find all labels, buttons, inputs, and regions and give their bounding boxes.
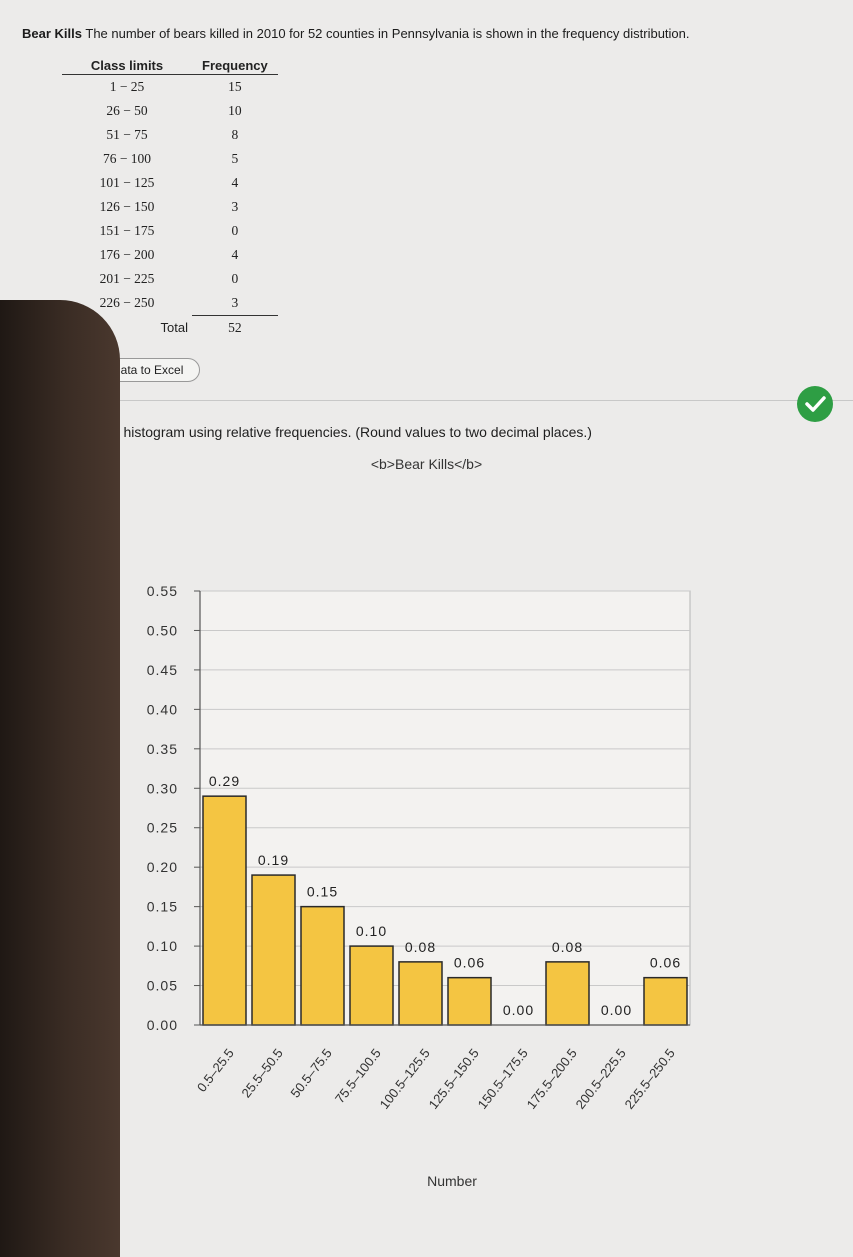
y-tick-label: 0.55	[147, 583, 178, 599]
histogram-bar	[398, 961, 443, 1026]
x-tick-label: 225.5–250.5	[622, 1046, 678, 1112]
y-tick-label: 0.00	[147, 1017, 178, 1033]
x-tick-label: 0.5–25.5	[194, 1046, 237, 1095]
histogram-bar	[349, 945, 394, 1026]
y-tick-label: 0.15	[147, 899, 178, 915]
histogram-chart: 0.00 0.05 0.10 0.15 0.20 0.25 0.30 0.35 0.40 0.45…	[93, 583, 691, 1189]
histogram-bar	[643, 976, 688, 1026]
y-tick-label: 0.30	[147, 780, 178, 796]
x-tick-label: 25.5–50.5	[238, 1046, 285, 1101]
histogram-bar	[202, 795, 247, 1026]
x-tick-label: 150.5–175.5	[475, 1046, 531, 1112]
histogram-bar	[251, 874, 296, 1026]
histogram-bar	[300, 905, 345, 1026]
bar-value-label: 0.29	[209, 773, 240, 789]
histogram-bar	[545, 961, 590, 1026]
bar-value-label: 0.19	[258, 852, 289, 868]
y-tick-label: 0.40	[147, 701, 178, 717]
bar-value-label: 0.06	[650, 955, 681, 971]
y-tick-label: 0.10	[147, 938, 178, 954]
y-tick-label: 0.45	[147, 662, 178, 678]
y-tick-label: 0.50	[147, 622, 178, 638]
bar-value-label: 0.06	[454, 955, 485, 971]
bar-value-label: 0.00	[601, 1002, 632, 1018]
finger-occlusion	[0, 300, 120, 1257]
bar-value-label: 0.10	[356, 923, 387, 939]
y-tick-label: 0.25	[147, 820, 178, 836]
bar-value-label: 0.00	[503, 1002, 534, 1018]
x-tick-label: 125.5–150.5	[426, 1046, 482, 1112]
x-axis-title: Number	[427, 1173, 477, 1189]
histogram-bar	[447, 976, 492, 1026]
x-tick-label: 50.5–75.5	[287, 1046, 334, 1101]
x-tick-label: 175.5–200.5	[524, 1046, 580, 1112]
y-tick-label: 0.05	[147, 978, 178, 994]
y-tick-label: 0.35	[147, 741, 178, 757]
bar-value-label: 0.08	[405, 939, 436, 955]
x-tick-label: 75.5–100.5	[332, 1046, 384, 1107]
bar-value-label: 0.08	[552, 939, 583, 955]
bar-value-label: 0.15	[307, 884, 338, 900]
x-tick-label: 200.5–225.5	[573, 1046, 629, 1112]
x-tick-label: 100.5–125.5	[377, 1046, 433, 1112]
y-tick-label: 0.20	[147, 859, 178, 875]
